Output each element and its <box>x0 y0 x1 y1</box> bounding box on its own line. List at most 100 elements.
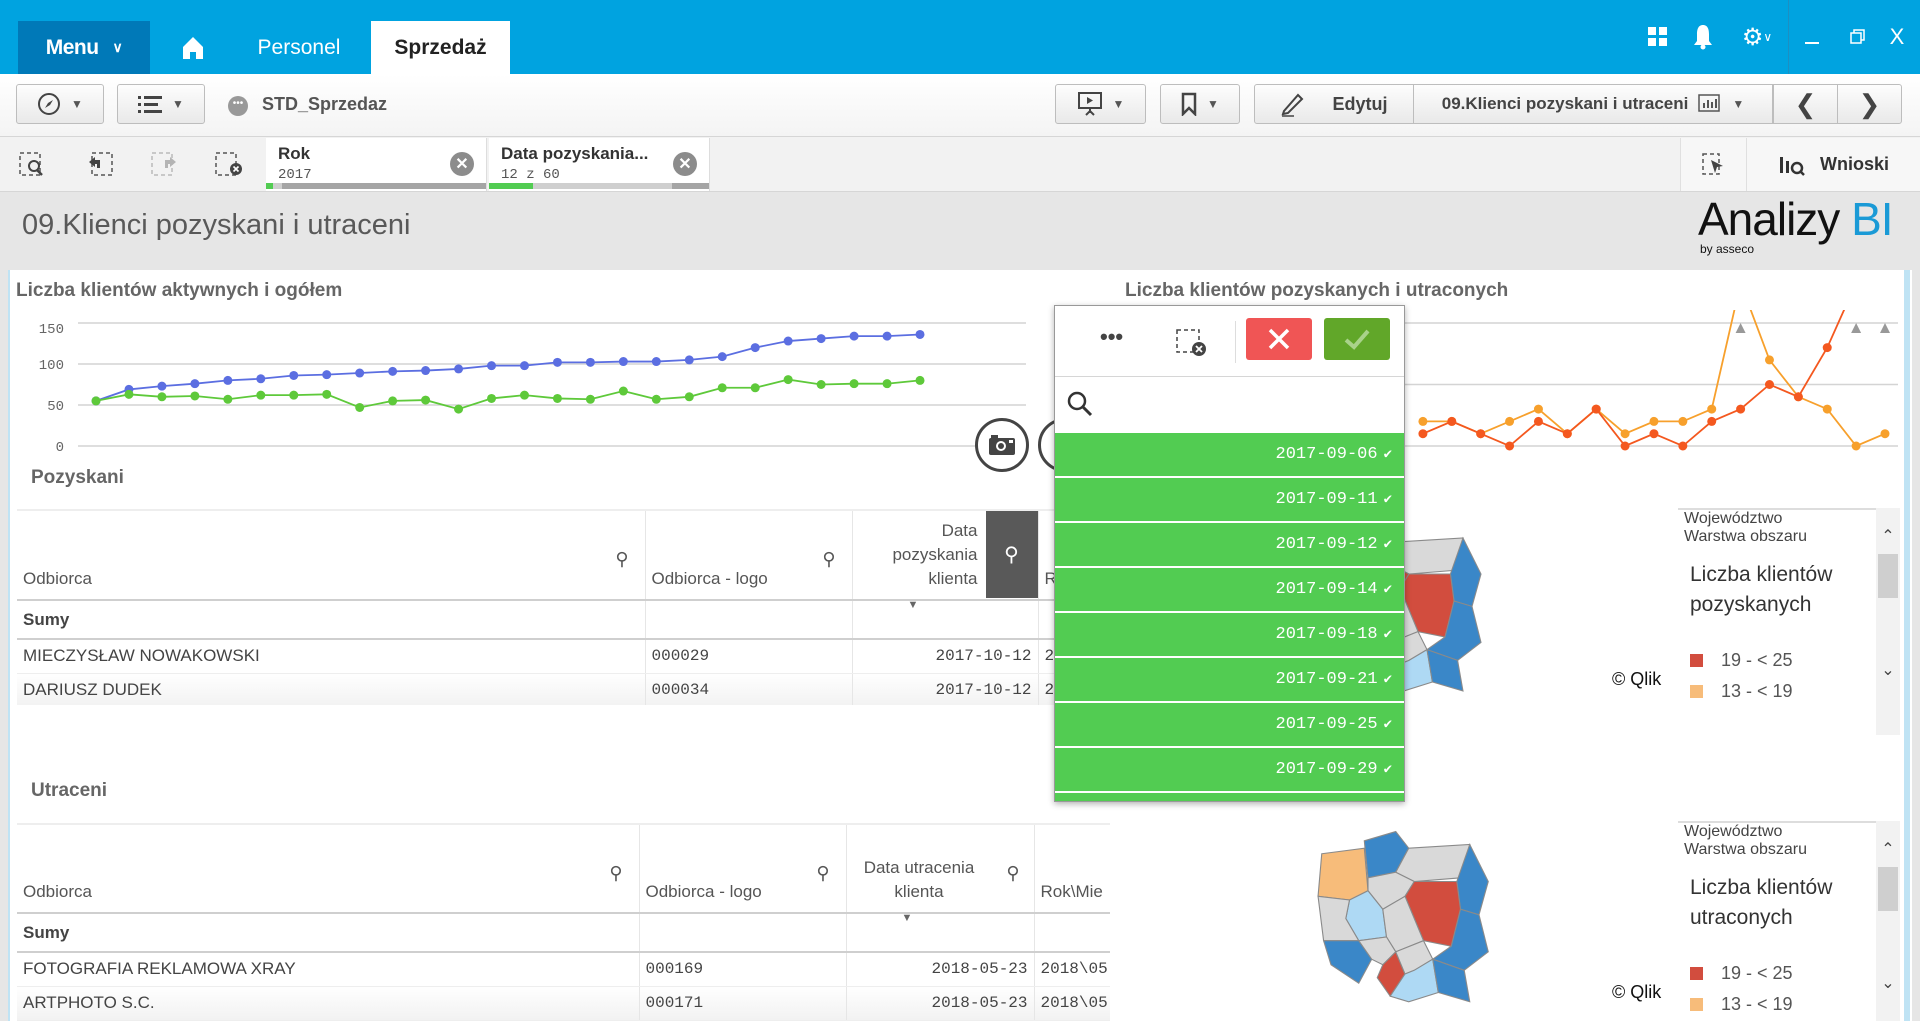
scroll-thumb[interactable] <box>1878 554 1898 598</box>
data-point <box>717 383 727 393</box>
chevron-down-icon: ∨ <box>112 39 123 55</box>
close-icon[interactable]: X <box>1882 22 1912 52</box>
compass-icon <box>38 93 61 115</box>
back-selection-icon[interactable] <box>85 151 115 179</box>
column-header-data-utracenia[interactable]: Data utracenia klienta ⚲ <box>846 825 1035 914</box>
data-point <box>487 393 497 403</box>
search-icon[interactable] <box>1067 391 1093 417</box>
bell-icon[interactable] <box>1688 22 1718 52</box>
search-icon-active[interactable]: ⚲ <box>985 511 1037 598</box>
clear-selection-icon[interactable] <box>1175 328 1209 358</box>
minimize-icon[interactable] <box>1797 22 1827 52</box>
scroll-down-icon[interactable]: ⌄ <box>1876 973 1900 993</box>
forward-selection-icon[interactable] <box>150 151 180 179</box>
data-point <box>421 395 431 405</box>
scroll-up-icon[interactable]: ⌃ <box>1876 839 1900 859</box>
scroll-down-icon[interactable]: ⌄ <box>1876 660 1900 680</box>
y-tick-label: 100 <box>39 358 64 374</box>
legend-scrollbar[interactable]: ⌃ ⌄ <box>1876 821 1900 1021</box>
data-point <box>1678 416 1688 426</box>
map-lost[interactable] <box>1305 826 1505 1011</box>
app-status-icon: ••• <box>228 96 248 116</box>
sum-label: Sumy <box>17 913 640 953</box>
confirm-selection-button[interactable] <box>1324 318 1390 360</box>
gear-icon[interactable]: ⚙ ∨ <box>1735 22 1779 52</box>
sort-desc-icon: ▼ <box>907 600 919 611</box>
bookmark-icon <box>1181 92 1197 116</box>
selection-tab-rok[interactable]: Rok 2017 ✕ <box>266 138 487 191</box>
edit-button[interactable]: Edytuj <box>1254 84 1414 124</box>
bookmark-button[interactable]: ▼ <box>1160 84 1240 124</box>
search-icon[interactable]: ⚲ <box>609 861 622 885</box>
data-point <box>421 366 431 376</box>
column-header-odbiorca-logo[interactable]: Odbiorca - logo ⚲ <box>639 825 847 914</box>
more-options-icon[interactable]: ••• <box>1100 324 1123 350</box>
home-button[interactable] <box>165 21 220 74</box>
table-row[interactable]: FOTOGRAFIA REKLAMOWA XRAY 000169 2018-05-2… <box>17 952 1110 987</box>
next-sheet-button[interactable]: ❯ <box>1837 84 1902 124</box>
listbox-item[interactable]: 2017-09-29 ✔ <box>1055 748 1404 791</box>
listbox-item-partial[interactable] <box>1055 793 1404 801</box>
search-icon[interactable]: ⚲ <box>1006 861 1019 885</box>
clear-selection-icon[interactable]: ✕ <box>673 152 697 176</box>
clear-selection-icon[interactable]: ✕ <box>450 152 474 176</box>
column-header-data-pozyskania[interactable]: Data pozyskania klienta ⚲ <box>852 511 1039 601</box>
insights-button[interactable]: Wnioski <box>1746 138 1920 191</box>
listbox-item[interactable]: 2017-09-11 ✔ <box>1055 478 1404 521</box>
column-header-odbiorca[interactable]: Odbiorca ⚲ <box>17 511 646 601</box>
menu-button[interactable]: Menu ∨ <box>18 21 150 74</box>
listbox-item[interactable]: 2017-09-12 ✔ <box>1055 523 1404 566</box>
listbox-item[interactable]: 2017-09-25 ✔ <box>1055 703 1404 746</box>
column-header-rok-miesiac[interactable]: Rok\Mie <box>1034 825 1110 914</box>
scroll-up-icon[interactable]: ⌃ <box>1876 526 1900 546</box>
data-point <box>1736 404 1746 414</box>
search-icon[interactable]: ⚲ <box>816 861 829 885</box>
cancel-selection-button[interactable] <box>1246 318 1312 360</box>
listbox-item[interactable]: 2017-09-18 ✔ <box>1055 613 1404 656</box>
chart-active-clients[interactable]: 150 100 50 0 <box>0 310 1040 460</box>
table-row[interactable]: MIECZYSŁAW NOWAKOWSKI 000029 2017-10-12 2 <box>17 639 1057 674</box>
previous-sheet-button[interactable]: ❮ <box>1773 84 1838 124</box>
selection-field: Data pozyskania... <box>501 144 649 163</box>
column-header-odbiorca-logo[interactable]: Odbiorca - logo ⚲ <box>645 511 853 601</box>
clear-all-selections-icon[interactable] <box>215 151 245 179</box>
tab-sprzedaz[interactable]: Sprzedaż <box>371 21 510 74</box>
data-point <box>1880 429 1890 439</box>
column-header-odbiorca[interactable]: Odbiorca ⚲ <box>17 825 640 914</box>
grid-icon[interactable] <box>1643 22 1673 52</box>
selection-tab-data-pozyskania[interactable]: Data pozyskania... 12 z 60 ✕ <box>489 138 710 191</box>
legend-scrollbar[interactable]: ⌃ ⌄ <box>1876 508 1900 735</box>
sheet-selector[interactable]: 09.Klienci pozyskani i utraceni ▼ <box>1413 84 1773 124</box>
scroll-thumb[interactable] <box>1878 867 1898 911</box>
data-point <box>256 374 266 384</box>
tab-personel[interactable]: Personel <box>240 21 358 74</box>
y-tick-label: 150 <box>39 322 64 338</box>
selection-mode-button[interactable] <box>1680 138 1746 191</box>
search-icon[interactable]: ⚲ <box>615 547 628 571</box>
present-button[interactable]: ▼ <box>1055 84 1146 124</box>
smart-search-icon[interactable] <box>18 151 48 179</box>
data-point <box>190 391 200 401</box>
table-row[interactable]: DARIUSZ DUDEK 000034 2017-10-12 2 <box>17 673 1057 705</box>
table-title-utraceni: Utraceni <box>31 780 108 801</box>
listbox-item[interactable]: 2017-09-21 ✔ <box>1055 658 1404 701</box>
checkmark-icon: ✔ <box>1383 717 1392 733</box>
selection-value: 12 z 60 <box>501 167 560 183</box>
listbox-item[interactable]: 2017-09-06 ✔ <box>1055 433 1404 476</box>
table-row[interactable]: ARTPHOTO S.C. 000171 2018-05-23 2018\05 <box>17 986 1110 1021</box>
restore-icon[interactable] <box>1843 22 1873 52</box>
search-icon[interactable]: ⚲ <box>822 547 835 571</box>
listbox-item[interactable]: 2017-09-14 ✔ <box>1055 568 1404 611</box>
map-copyright: © Qlik <box>1612 982 1662 1002</box>
data-point <box>915 375 925 385</box>
list-button[interactable]: ▼ <box>117 84 205 124</box>
chart-title-acquired-lost: Liczba klientów pozyskanych i utraconych <box>1125 280 1509 301</box>
table-pozyskani: Odbiorca ⚲ Odbiorca - logo ⚲ Data pozyskan… <box>17 509 1057 705</box>
snapshot-button[interactable] <box>975 418 1029 472</box>
data-point <box>1533 404 1543 414</box>
navigation-button[interactable]: ▼ <box>16 84 104 124</box>
data-point <box>783 375 793 385</box>
legend-item: 19 - < 25 <box>1690 650 1793 671</box>
data-point <box>585 357 595 367</box>
data-point <box>289 370 299 380</box>
